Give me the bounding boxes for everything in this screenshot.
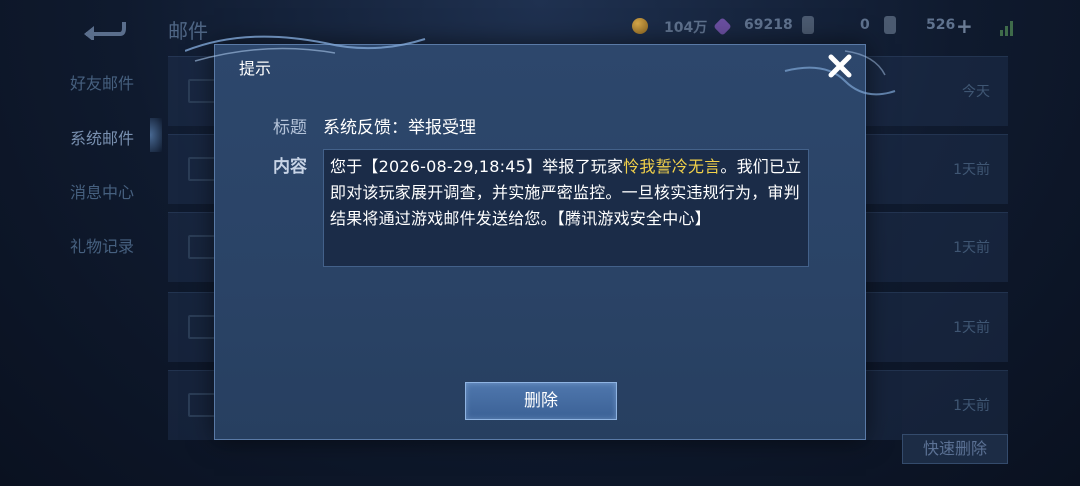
sidebar-active-indicator (150, 118, 162, 152)
coin-count: 104万 (664, 20, 708, 36)
wifi-signal-icon (1000, 21, 1013, 36)
back-arrow-icon[interactable] (80, 12, 128, 40)
notice-dialog: 提示 标题 系统反馈：举报受理 内容 您于【2026-08-29,18:45】举… (185, 35, 896, 440)
content-text-before: 您于【2026-08-29,18:45】举报了玩家 (330, 157, 624, 176)
coin-icon (632, 18, 648, 34)
sidebar-item-gift-records[interactable]: 礼物记录 (70, 233, 134, 257)
gem-icon (713, 17, 732, 36)
content-field-label: 内容 (273, 157, 307, 177)
reported-player-name: 怜我誓冷无言 (623, 157, 721, 176)
sidebar-item-friend-mail[interactable]: 好友邮件 (70, 70, 134, 94)
close-icon[interactable] (823, 49, 857, 83)
diamond-count: 526 (926, 17, 956, 33)
diamond-card-icon (884, 16, 896, 34)
sidebar-item-message-center[interactable]: 消息中心 (70, 179, 134, 203)
mail-subject: 系统反馈：举报受理 (323, 118, 476, 138)
mail-time: 今天 (962, 84, 990, 100)
sidebar-item-system-mail[interactable]: 系统邮件 (70, 125, 134, 149)
quick-delete-button[interactable]: 快速删除 (902, 434, 1008, 464)
mail-time: 1天前 (953, 162, 990, 178)
mail-time: 1天前 (953, 240, 990, 256)
mail-time: 1天前 (953, 320, 990, 336)
ticket-icon[interactable] (802, 16, 814, 34)
ticket-count: 0 (860, 17, 870, 33)
delete-button[interactable]: 删除 (465, 382, 617, 420)
mail-content-box: 您于【2026-08-29,18:45】举报了玩家怜我誓冷无言。我们已立即对该玩… (323, 149, 809, 267)
mail-time: 1天前 (953, 398, 990, 414)
title-field-label: 标题 (273, 118, 307, 138)
dialog-title: 提示 (239, 59, 272, 78)
recharge-plus-icon[interactable]: + (956, 14, 973, 38)
gem-count: 69218 (744, 17, 793, 33)
page-title: 邮件 (168, 19, 208, 43)
